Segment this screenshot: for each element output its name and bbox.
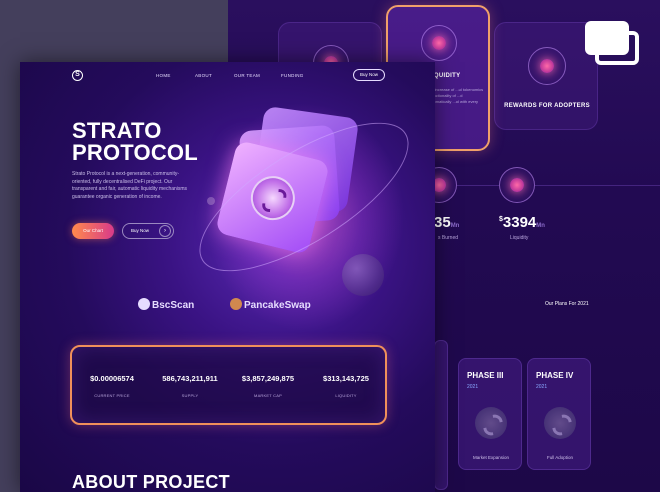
small-sphere [207, 197, 215, 205]
stat-value-supply: 586,743,211,911 [162, 374, 218, 383]
token-stats-panel: $0.00006574 CURRENT PRICE 586,743,211,91… [70, 345, 387, 425]
hero-title: STRATO PROTOCOL [72, 118, 198, 165]
pancakeswap-icon [230, 298, 242, 310]
phase-title: PHASE IV [536, 371, 574, 380]
partner-bscscan[interactable]: BscScan [138, 298, 194, 311]
rewards-icon [528, 47, 566, 85]
bscscan-icon [138, 298, 150, 310]
phase-card-3: PHASE III 2021 Market Expansion [458, 358, 522, 470]
nav-about[interactable]: ABOUT [195, 73, 212, 78]
stat-value-liquidity: $313,143,725 [323, 374, 369, 383]
nav-funding[interactable]: FUNDING [281, 73, 304, 78]
phase-year: 2021 [536, 384, 548, 390]
liquidity-icon [421, 25, 457, 61]
plans-title: Our Plans For 2021 [545, 301, 589, 307]
stat-label-supply: SUPPLY [181, 393, 199, 398]
phase-desc: Full Adoption [546, 455, 574, 460]
feature-card-rewards: REWARDS FOR ADOPTERS [494, 22, 598, 130]
stat-label-market-cap: MARKET CAP [254, 393, 282, 398]
stat-label-price: CURRENT PRICE [94, 393, 130, 398]
hero-description: Strato Protocol is a next-generation, co… [72, 171, 188, 200]
stat-value-price: $0.00006574 [90, 374, 134, 383]
phase-year: 2021 [467, 384, 479, 390]
liquidity-value: $3394Mn [499, 214, 545, 231]
rewards-title: REWARDS FOR ADOPTERS [504, 103, 590, 109]
burned-value: 35Mn [434, 214, 460, 231]
liquidity-stat-icon [499, 167, 535, 203]
phase-card-edge [434, 340, 448, 490]
liquidity-label: Liquidity [510, 235, 529, 241]
hero-buy-now-button[interactable]: Buy Now › [122, 223, 174, 239]
phase-card-4: PHASE IV 2021 Full Adoption [527, 358, 591, 470]
liquidity-desc: ...e increase of ...ul tokenomics ...unc… [428, 87, 484, 104]
our-chart-button[interactable]: Our Chart [72, 223, 114, 239]
stat-value-market-cap: $3,857,249,875 [241, 374, 295, 383]
phase-title: PHASE III [467, 371, 504, 380]
nav-buy-now-button[interactable]: Buy Now [353, 69, 385, 81]
stat-label-liquidity: LIQUIDITY [335, 393, 357, 398]
large-sphere [342, 254, 384, 296]
about-project-title: ABOUT PROJECT [72, 472, 230, 492]
gallery-icon[interactable] [585, 21, 643, 69]
strato-coin-icon [544, 407, 576, 439]
strato-coin-icon [475, 407, 507, 439]
nav-home[interactable]: HOME [156, 73, 171, 78]
nav-our-team[interactable]: OUR TEAM [234, 73, 260, 78]
strato-logo[interactable]: S [72, 70, 83, 81]
partner-pancakeswap[interactable]: PancakeSwap [230, 298, 311, 311]
burned-label: s Burned [438, 235, 459, 241]
arrow-right-icon: › [159, 225, 171, 237]
phase-desc: Market Expansion [472, 455, 510, 460]
landing-page-preview: S HOME ABOUT OUR TEAM FUNDING Buy Now ST… [20, 62, 435, 492]
